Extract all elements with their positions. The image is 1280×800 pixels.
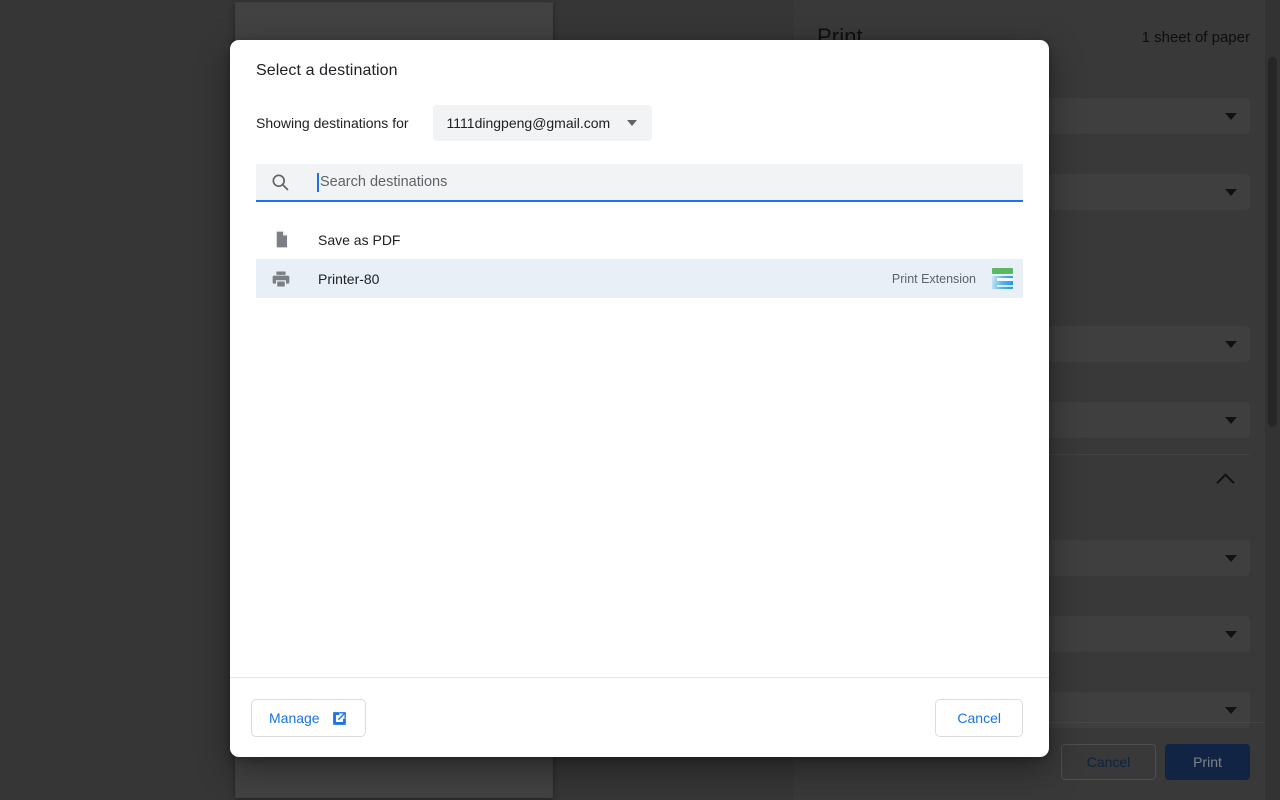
destination-name: Printer-80 <box>318 270 380 287</box>
destination-item-save-as-pdf[interactable]: Save as PDF <box>256 220 1023 259</box>
select-destination-dialog: Select a destination Showing destination… <box>230 40 1049 757</box>
external-link-icon <box>331 710 348 727</box>
destination-name: Save as PDF <box>318 231 401 248</box>
search-input[interactable]: Search destinations <box>317 164 1009 200</box>
chevron-down-icon <box>627 120 638 126</box>
search-bar[interactable]: Search destinations <box>256 164 1023 202</box>
cancel-button[interactable]: Cancel <box>935 699 1023 737</box>
manage-button[interactable]: Manage <box>251 699 366 737</box>
account-select[interactable]: 1111dingpeng@gmail.com <box>432 105 653 141</box>
account-label: Showing destinations for <box>256 115 409 131</box>
screen: Print 1 sheet of paper See more… <box>0 0 1280 800</box>
destination-meta: Print Extension <box>892 268 1023 289</box>
dialog-title: Select a destination <box>256 62 398 79</box>
destination-origin: Print Extension <box>891 271 976 286</box>
print-extension-icon <box>992 268 1013 289</box>
text-cursor <box>317 173 319 192</box>
destination-list: Save as PDF Printer-80 Print Extension <box>256 220 1023 677</box>
search-placeholder: Search destinations <box>320 174 448 190</box>
destination-item-printer-80[interactable]: Printer-80 Print Extension <box>256 259 1023 298</box>
manage-label: Manage <box>269 710 320 726</box>
search-icon <box>270 172 290 192</box>
document-icon <box>270 229 292 251</box>
dialog-footer: Manage Cancel <box>230 678 1049 757</box>
account-value: 1111dingpeng@gmail.com <box>446 115 611 131</box>
printer-icon <box>270 268 292 290</box>
account-row: Showing destinations for 1111dingpeng@gm… <box>256 105 1023 141</box>
